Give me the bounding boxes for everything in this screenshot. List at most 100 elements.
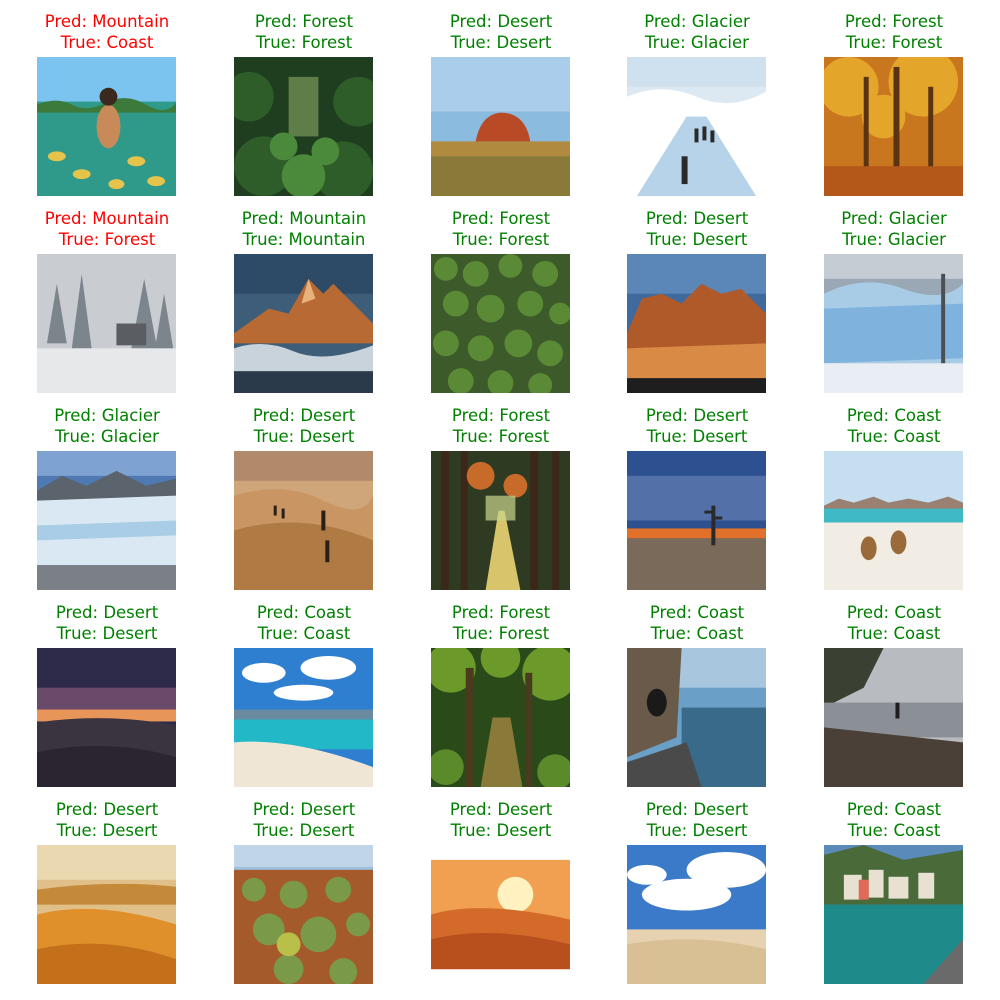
pred-label: Pred: Forest bbox=[451, 406, 551, 425]
grid-cell: Pred: Coast True: Coast bbox=[824, 788, 1000, 984]
true-label: True: Coast bbox=[60, 33, 154, 52]
cell-caption: Pred: Mountain True: Forest bbox=[37, 208, 177, 250]
scene-thumbnail bbox=[234, 451, 373, 590]
grid-cell: Pred: Mountain True: Mountain bbox=[234, 197, 430, 393]
cell-caption: Pred: Desert True: Desert bbox=[627, 208, 767, 250]
pred-label: Pred: Forest bbox=[254, 12, 354, 31]
cell-caption: Pred: Forest True: Forest bbox=[431, 208, 571, 250]
grid-cell: Pred: Desert True: Desert bbox=[234, 788, 430, 984]
true-label: True: Desert bbox=[646, 230, 748, 249]
cell-caption: Pred: Coast True: Coast bbox=[824, 405, 964, 447]
scene-thumbnail bbox=[431, 451, 570, 590]
pred-label: Pred: Desert bbox=[252, 800, 356, 819]
cell-caption: Pred: Forest True: Forest bbox=[431, 405, 571, 447]
grid-cell: Pred: Forest True: Forest bbox=[824, 0, 1000, 196]
true-label: True: Coast bbox=[650, 624, 744, 643]
cell-caption: Pred: Glacier True: Glacier bbox=[824, 208, 964, 250]
cell-caption: Pred: Forest True: Forest bbox=[824, 11, 964, 53]
cell-caption: Pred: Desert True: Desert bbox=[431, 11, 571, 53]
cell-caption: Pred: Mountain True: Coast bbox=[37, 11, 177, 53]
cell-caption: Pred: Desert True: Desert bbox=[37, 799, 177, 841]
true-label: True: Desert bbox=[56, 821, 158, 840]
scene-thumbnail bbox=[824, 451, 963, 590]
true-label: True: Coast bbox=[847, 427, 941, 446]
grid-cell: Pred: Forest True: Forest bbox=[431, 197, 627, 393]
pred-label: Pred: Coast bbox=[256, 603, 352, 622]
grid-cell: Pred: Desert True: Desert bbox=[234, 394, 430, 590]
grid-cell: Pred: Desert True: Desert bbox=[627, 394, 823, 590]
true-label: True: Coast bbox=[257, 624, 351, 643]
true-label: True: Mountain bbox=[242, 230, 366, 249]
grid-cell: Pred: Coast True: Coast bbox=[824, 591, 1000, 787]
scene-thumbnail bbox=[627, 648, 766, 787]
scene-thumbnail bbox=[824, 254, 963, 393]
grid-cell: Pred: Forest True: Forest bbox=[234, 0, 430, 196]
cell-caption: Pred: Desert True: Desert bbox=[234, 405, 374, 447]
grid-cell: Pred: Glacier True: Glacier bbox=[824, 197, 1000, 393]
grid-cell: Pred: Forest True: Forest bbox=[431, 394, 627, 590]
cell-caption: Pred: Desert True: Desert bbox=[234, 799, 374, 841]
grid-cell: Pred: Coast True: Coast bbox=[627, 591, 823, 787]
true-label: True: Desert bbox=[253, 427, 355, 446]
scene-thumbnail bbox=[824, 845, 963, 984]
scene-thumbnail bbox=[627, 57, 766, 196]
pred-label: Pred: Desert bbox=[645, 406, 749, 425]
pred-label: Pred: Mountain bbox=[241, 209, 367, 228]
grid-cell: Pred: Mountain True: Coast bbox=[37, 0, 233, 196]
cell-caption: Pred: Desert True: Desert bbox=[627, 799, 767, 841]
pred-label: Pred: Desert bbox=[55, 603, 159, 622]
pred-label: Pred: Coast bbox=[846, 800, 942, 819]
scene-thumbnail bbox=[234, 254, 373, 393]
cell-caption: Pred: Glacier True: Glacier bbox=[37, 405, 177, 447]
scene-thumbnail bbox=[431, 845, 570, 984]
pred-label: Pred: Desert bbox=[55, 800, 159, 819]
true-label: True: Desert bbox=[450, 33, 552, 52]
scene-thumbnail bbox=[37, 648, 176, 787]
pred-label: Pred: Mountain bbox=[44, 209, 170, 228]
grid-cell: Pred: Glacier True: Glacier bbox=[627, 0, 823, 196]
true-label: True: Glacier bbox=[55, 427, 159, 446]
grid-cell: Pred: Coast True: Coast bbox=[824, 394, 1000, 590]
pred-label: Pred: Desert bbox=[645, 800, 749, 819]
scene-thumbnail bbox=[824, 648, 963, 787]
true-label: True: Desert bbox=[450, 821, 552, 840]
cell-caption: Pred: Coast True: Coast bbox=[627, 602, 767, 644]
true-label: True: Coast bbox=[847, 821, 941, 840]
pred-label: Pred: Mountain bbox=[44, 12, 170, 31]
grid-cell: Pred: Desert True: Desert bbox=[431, 0, 627, 196]
grid-cell: Pred: Forest True: Forest bbox=[431, 591, 627, 787]
cell-caption: Pred: Coast True: Coast bbox=[824, 602, 964, 644]
pred-label: Pred: Glacier bbox=[841, 209, 947, 228]
pred-label: Pred: Coast bbox=[846, 603, 942, 622]
scene-thumbnail bbox=[431, 57, 570, 196]
pred-label: Pred: Desert bbox=[449, 800, 553, 819]
pred-label: Pred: Forest bbox=[451, 603, 551, 622]
true-label: True: Desert bbox=[646, 427, 748, 446]
cell-caption: Pred: Desert True: Desert bbox=[431, 799, 571, 841]
scene-thumbnail bbox=[431, 648, 570, 787]
true-label: True: Desert bbox=[253, 821, 355, 840]
grid-cell: Pred: Mountain True: Forest bbox=[37, 197, 233, 393]
cell-caption: Pred: Desert True: Desert bbox=[37, 602, 177, 644]
grid-cell: Pred: Coast True: Coast bbox=[234, 591, 430, 787]
pred-label: Pred: Coast bbox=[649, 603, 745, 622]
true-label: True: Forest bbox=[255, 33, 353, 52]
scene-thumbnail bbox=[627, 254, 766, 393]
true-label: True: Forest bbox=[452, 624, 550, 643]
pred-label: Pred: Forest bbox=[451, 209, 551, 228]
scene-thumbnail bbox=[37, 57, 176, 196]
grid-cell: Pred: Desert True: Desert bbox=[37, 788, 233, 984]
scene-thumbnail bbox=[627, 845, 766, 984]
cell-caption: Pred: Coast True: Coast bbox=[824, 799, 964, 841]
true-label: True: Forest bbox=[452, 230, 550, 249]
true-label: True: Desert bbox=[646, 821, 748, 840]
pred-label: Pred: Desert bbox=[645, 209, 749, 228]
scene-thumbnail bbox=[37, 254, 176, 393]
scene-thumbnail bbox=[824, 57, 963, 196]
true-label: True: Coast bbox=[847, 624, 941, 643]
cell-caption: Pred: Glacier True: Glacier bbox=[627, 11, 767, 53]
scene-thumbnail bbox=[37, 845, 176, 984]
cell-caption: Pred: Mountain True: Mountain bbox=[234, 208, 374, 250]
true-label: True: Forest bbox=[845, 33, 943, 52]
scene-thumbnail bbox=[234, 648, 373, 787]
